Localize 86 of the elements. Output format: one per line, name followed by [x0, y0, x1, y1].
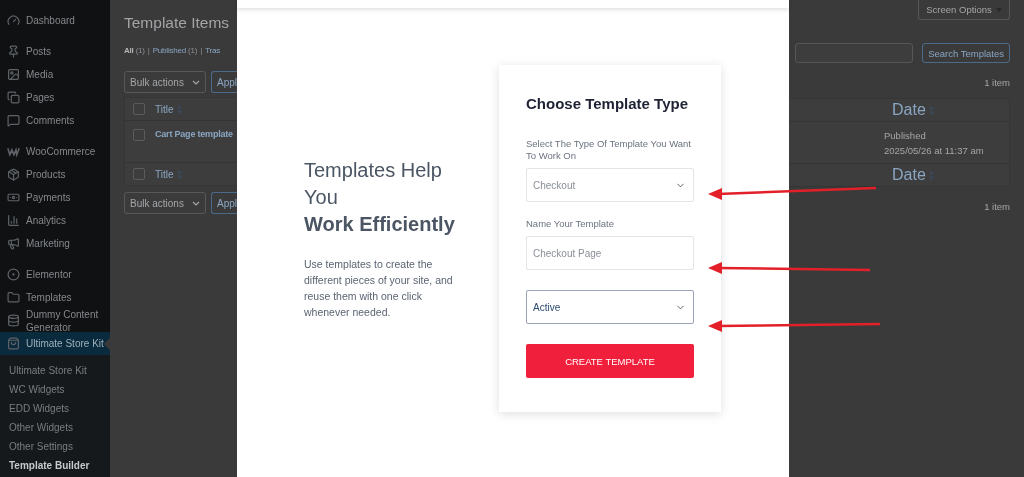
item-count: 1 item [984, 77, 1010, 88]
submenu-item[interactable]: Template Builder [0, 456, 110, 475]
search-field[interactable] [795, 43, 914, 63]
sidebar-label: Payments [26, 191, 71, 204]
intro-heading: Templates Help You Work Efficiently [304, 158, 456, 237]
sidebar-item[interactable]: Products [0, 163, 110, 186]
search-button[interactable]: Search Templates [922, 43, 1010, 63]
filter-link[interactable]: Published (1) [152, 46, 198, 55]
filter-divider: | [200, 46, 203, 55]
sidebar-label: Posts [26, 45, 51, 58]
sidebar-item[interactable]: Comments [0, 109, 110, 132]
template-name-field[interactable]: Checkout Page [526, 236, 694, 270]
sidebar-label: WooCommerce [26, 145, 96, 158]
comment-icon [7, 114, 20, 127]
sidebar-label: Marketing [26, 237, 70, 250]
date-column-header[interactable]: Date [892, 101, 934, 119]
card-title: Choose Template Type [526, 95, 689, 112]
filter-divider: | [147, 46, 150, 55]
page-title: Template Items [124, 13, 231, 33]
checkbox[interactable] [133, 168, 145, 180]
chevron-down-icon [192, 79, 200, 85]
gauge-icon [7, 14, 20, 27]
folder-icon [7, 291, 20, 304]
submenu-item[interactable]: Other Widgets [0, 418, 110, 437]
sidebar-label: Dummy Content Generator [26, 307, 100, 334]
circle-logo-icon [7, 268, 20, 281]
sidebar-item[interactable]: Ultimate Store Kit [0, 332, 110, 355]
sidebar-label: Comments [26, 114, 75, 127]
sort-icon [928, 105, 934, 115]
template-link[interactable]: Cart Page template [155, 129, 233, 139]
sidebar-item[interactable]: Analytics [0, 209, 110, 232]
title-column-header[interactable]: Title [155, 168, 182, 180]
sidebar-label: Analytics [26, 214, 66, 227]
sidebar-item[interactable]: Posts [0, 40, 110, 63]
checkbox[interactable] [133, 129, 145, 141]
sidebar-item[interactable]: Templates [0, 286, 110, 309]
submenu-item[interactable]: EDD Widgets [0, 399, 110, 418]
sidebar-label: Dashboard [26, 14, 75, 27]
field-label: Select The Type Of Template You Want To Work On [526, 138, 692, 162]
w-logo-icon [7, 145, 20, 158]
sidebar-label: Products [26, 168, 66, 181]
sidebar-label: Media [26, 68, 54, 81]
bulk-actions-select[interactable]: Bulk actions [124, 192, 206, 214]
box-icon [7, 168, 20, 181]
submenu-item[interactable]: Other Settings [0, 437, 110, 456]
sort-icon [176, 104, 182, 114]
sidebar-label: Pages [26, 91, 55, 104]
sidebar-item[interactable]: WooCommerce [0, 140, 110, 163]
intro-text: Use templates to create the different pieces of your site, and reuse them with one click whenever needed. [304, 257, 454, 320]
date-text: 2025/05/26 at 11:37 am [884, 145, 984, 156]
create-template-button[interactable]: CREATE TEMPLATE [526, 344, 694, 378]
sidebar-item[interactable]: Payments [0, 186, 110, 209]
image-icon [7, 68, 20, 81]
sidebar-label: Templates [26, 291, 72, 304]
sidebar-item[interactable]: Marketing [0, 232, 110, 255]
bag-icon [7, 337, 20, 350]
sidebar-item[interactable]: Media [0, 63, 110, 86]
chevron-down-icon [192, 200, 200, 206]
megaphone-icon [7, 237, 20, 250]
checkbox[interactable] [133, 103, 145, 115]
sort-icon [928, 170, 934, 180]
sidebar-label: Ultimate Store Kit [26, 337, 104, 350]
database-icon [7, 314, 20, 327]
sidebar-item[interactable]: Pages [0, 86, 110, 109]
sidebar-label: Elementor [26, 268, 72, 281]
template-select[interactable]: Active [526, 290, 694, 324]
item-count: 1 item [984, 201, 1010, 212]
sidebar-item[interactable]: Elementor [0, 263, 110, 286]
status-text: Published [884, 130, 927, 141]
sidebar-item[interactable]: Dashboard [0, 9, 110, 32]
filter-link[interactable]: Tras [205, 46, 221, 55]
title-column-header[interactable]: Title [155, 103, 182, 115]
date-column-header[interactable]: Date [892, 166, 934, 184]
pages-icon [7, 91, 20, 104]
field-label: Name Your Template [526, 218, 616, 230]
bulk-actions-select[interactable]: Bulk actions [124, 71, 206, 93]
sort-icon [176, 169, 182, 179]
submenu-item[interactable]: WC Widgets [0, 380, 110, 399]
template-select[interactable]: Checkout [526, 168, 694, 202]
filter-link[interactable]: All (1) [124, 46, 145, 55]
pin-icon [7, 45, 20, 58]
screen-options-button[interactable]: Screen Options [918, 0, 1010, 20]
bar-chart-icon [7, 214, 20, 227]
sidebar-item[interactable]: Dummy Content Generator [0, 309, 110, 332]
banknote-icon [7, 191, 20, 204]
submenu-item[interactable]: Ultimate Store Kit [0, 361, 110, 380]
